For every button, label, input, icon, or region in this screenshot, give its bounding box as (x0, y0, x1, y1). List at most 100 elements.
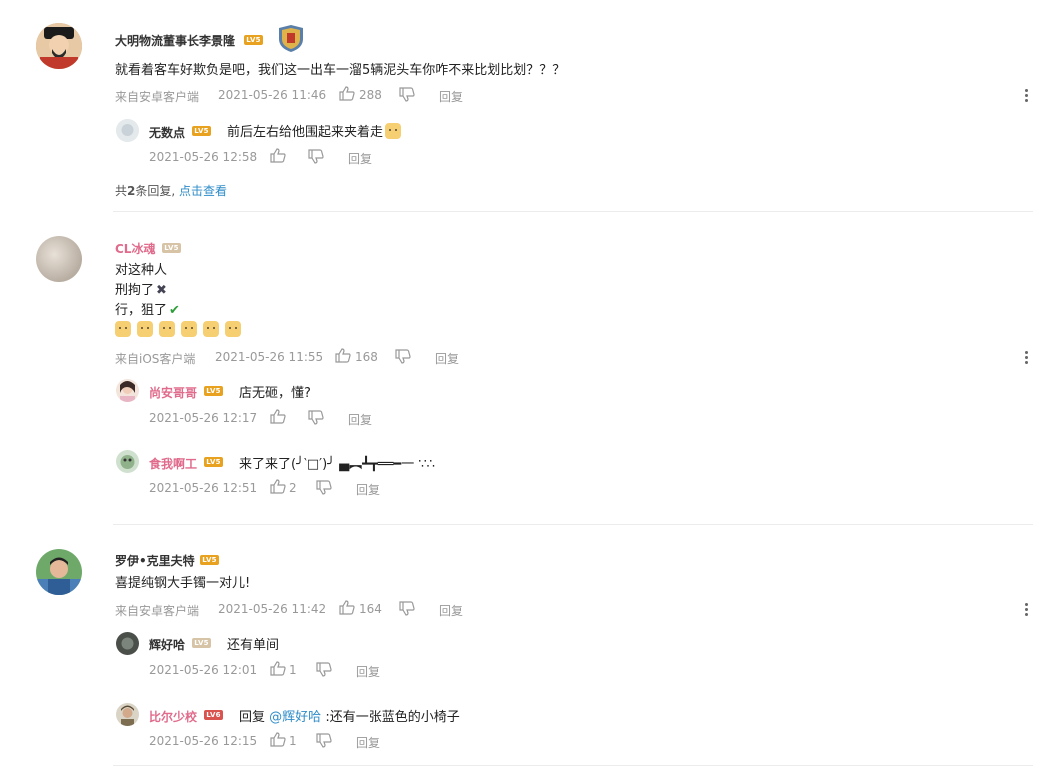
level-badge: LV5 (204, 457, 223, 467)
timestamp: 2021-05-26 11:55 (215, 350, 324, 364)
reply-text: 店无砸，懂? (239, 386, 311, 401)
thumbs-down-icon[interactable] (399, 87, 415, 102)
doge-emoji-icon (115, 321, 131, 337)
reply-button[interactable]: 回复 (439, 88, 463, 105)
level-badge: LV5 (162, 243, 181, 253)
thumbs-down-icon[interactable] (316, 480, 332, 495)
thumbs-down-icon[interactable] (316, 733, 332, 748)
thumbs-down-icon[interactable] (395, 349, 411, 364)
avatar[interactable] (36, 236, 82, 282)
comment-text: 喜提纯钢大手镯一对儿! (115, 576, 251, 591)
level-badge: LV5 (192, 638, 211, 648)
doge-emoji-icon (203, 321, 219, 337)
client-source: 来自安卓客户端 (115, 90, 200, 104)
reply-button[interactable]: 回复 (348, 150, 372, 167)
reply-button[interactable]: 回复 (356, 663, 380, 680)
thumbs-up-icon[interactable] (339, 86, 355, 101)
thumbs-down-icon[interactable] (308, 410, 324, 425)
reply-text: 回复 @辉好哈 :还有一张蓝色的小椅子 (239, 706, 460, 725)
timestamp: 2021-05-26 12:58 (149, 150, 258, 164)
like-count: 168 (355, 350, 378, 364)
like-count: 288 (359, 88, 382, 102)
view-more-link[interactable]: 点击查看 (179, 184, 227, 198)
username[interactable]: 尚安哥哥 (149, 384, 197, 401)
reply-button[interactable]: 回复 (439, 602, 463, 619)
total-replies: 共2条回复, 点击查看 (115, 182, 227, 199)
username[interactable]: 罗伊•克里夫特 (115, 552, 195, 569)
thumbs-down-icon[interactable] (399, 601, 415, 616)
avatar[interactable] (36, 23, 82, 69)
username[interactable]: 大明物流董事长李景隆 (115, 32, 235, 49)
level-badge: LV5 (192, 126, 211, 136)
like-count: 1 (289, 734, 297, 748)
client-source: 来自iOS客户端 (115, 352, 196, 366)
thumbs-up-icon[interactable] (270, 732, 286, 747)
client-source: 来自安卓客户端 (115, 604, 200, 618)
mention-link[interactable]: @辉好哈 (269, 710, 321, 725)
reply-text-content: 前后左右给他围起来夹着走 (227, 125, 384, 140)
doge-emoji-icon (137, 321, 153, 337)
thumbs-up-icon[interactable] (270, 409, 286, 424)
shield-badge-icon (276, 25, 306, 53)
reply-button[interactable]: 回复 (435, 350, 459, 367)
like-count: 164 (359, 602, 382, 616)
check-emoji-icon: ✔ (169, 303, 180, 318)
comment-line-3: 行，狙了 ✔ (115, 301, 180, 321)
reply-text-content: :还有一张蓝色的小椅子 (325, 710, 460, 725)
comment-line-2-text: 刑拘了 (115, 283, 155, 298)
cross-emoji-icon: ✖ (156, 283, 167, 298)
more-options-icon[interactable] (1024, 603, 1030, 618)
doge-emoji-icon (385, 123, 402, 139)
username[interactable]: 比尔少校 (149, 708, 197, 725)
doge-emoji-icon (159, 321, 175, 337)
comment-text: 就看着客车好欺负是吧，我们这一出车一溜5辆泥头车你咋不来比划比划？？？ (115, 63, 566, 78)
username[interactable]: 食我啊工 (149, 455, 197, 472)
comment-1: 大明物流董事长李景隆 LV5 就看着客车好欺负是吧，我们这一出车一溜5辆泥头车你… (0, 0, 1044, 212)
divider (113, 765, 1033, 766)
avatar[interactable] (36, 549, 82, 595)
level-badge: LV5 (244, 35, 263, 45)
avatar[interactable] (116, 379, 139, 402)
reply-text: 前后左右给他围起来夹着走 (227, 121, 407, 140)
thumbs-up-icon[interactable] (270, 661, 286, 676)
timestamp: 2021-05-26 12:15 (149, 734, 258, 748)
thumbs-up-icon[interactable] (339, 600, 355, 615)
comment-line-2: 刑拘了 ✖ (115, 281, 167, 301)
doge-emoji-icon (225, 321, 241, 337)
comment-line-1: 对这种人 (115, 263, 168, 278)
total-suffix: 条回复, (135, 184, 176, 198)
reply-button[interactable]: 回复 (356, 734, 380, 751)
reply-button[interactable]: 回复 (356, 481, 380, 498)
reply-prefix: 回复 (239, 710, 266, 725)
divider (113, 211, 1033, 212)
more-options-icon[interactable] (1024, 351, 1030, 366)
comment-line-3-text: 行，狙了 (115, 303, 168, 318)
total-prefix: 共 (115, 184, 128, 198)
thumbs-up-icon[interactable] (335, 348, 351, 363)
level-badge: LV6 (204, 710, 223, 720)
thumbs-down-icon[interactable] (316, 662, 332, 677)
level-badge: LV5 (200, 555, 219, 565)
avatar[interactable] (116, 632, 139, 655)
reply-text: 来了来了(╯‵□′)╯ ▄︻┻┳══━一 ∵∴ (239, 457, 435, 472)
more-options-icon[interactable] (1024, 89, 1030, 104)
timestamp: 2021-05-26 12:17 (149, 411, 258, 425)
like-count: 2 (289, 481, 297, 495)
username[interactable]: 无数点 (149, 124, 185, 141)
reply-text: 还有单间 (227, 638, 280, 653)
reply-button[interactable]: 回复 (348, 411, 372, 428)
timestamp: 2021-05-26 12:01 (149, 663, 258, 677)
level-badge: LV5 (204, 386, 223, 396)
thumbs-down-icon[interactable] (308, 149, 324, 164)
avatar[interactable] (116, 703, 139, 726)
doge-emoji-icon (181, 321, 197, 337)
avatar[interactable] (116, 119, 139, 142)
timestamp: 2021-05-26 11:46 (218, 88, 327, 102)
avatar[interactable] (116, 450, 139, 473)
username[interactable]: CL冰魂 (115, 240, 155, 257)
thumbs-up-icon[interactable] (270, 479, 286, 494)
divider (113, 524, 1033, 525)
thumbs-up-icon[interactable] (270, 148, 286, 163)
username[interactable]: 辉好哈 (149, 636, 185, 653)
like-count: 1 (289, 663, 297, 677)
